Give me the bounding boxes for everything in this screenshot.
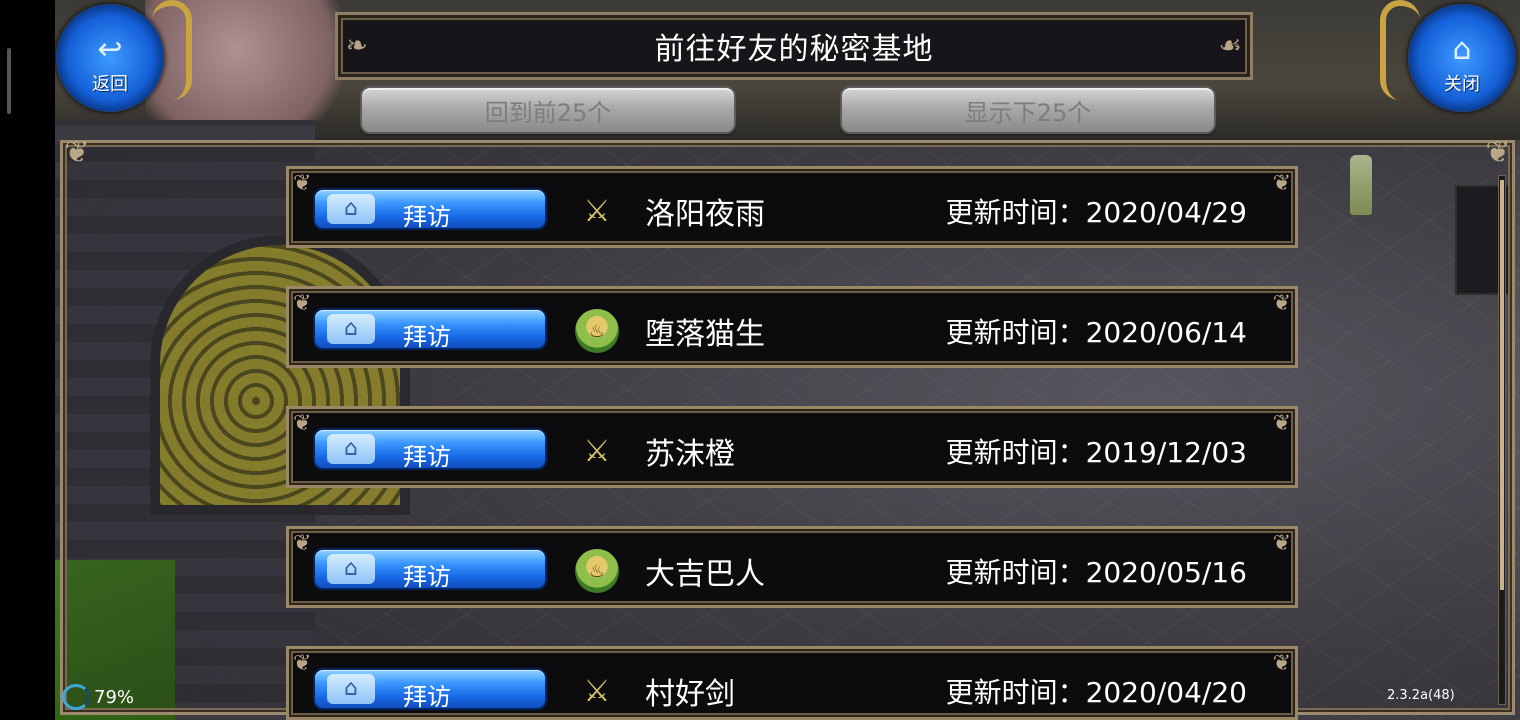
friend-row: ❦ ❦ ⌂ 拜访 ⚔ 村好剑 更新时间：2020/04/20: [286, 646, 1298, 720]
title-ornament-icon: ❧: [346, 31, 368, 61]
house-icon: ⌂: [327, 674, 375, 704]
update-time: 更新时间：2020/05/16: [945, 556, 1247, 589]
visit-button-label: 拜访: [403, 203, 451, 231]
update-time: 更新时间：2020/04/29: [945, 196, 1247, 229]
back-arrow-icon: ↩: [97, 32, 123, 67]
friend-row: ❦ ❦ ⌂ 拜访 ♨ 堕落猫生 更新时间：2020/06/14: [286, 286, 1298, 368]
close-button-label: 关闭: [1444, 74, 1480, 95]
kettle-icon: ♨: [575, 309, 619, 353]
house-icon: ⌂: [327, 314, 375, 344]
sword-shield-icon: ⚔: [583, 673, 611, 709]
friend-name: 大吉巴人: [645, 557, 765, 592]
close-button[interactable]: ⌂ 关闭: [1380, 0, 1520, 120]
friend-row: ❦ ❦ ⌂ 拜访 ⚔ 苏沫橙 更新时间：2019/12/03: [286, 406, 1298, 488]
row-ornament-icon: ❦: [293, 531, 312, 556]
row-ornament-icon: ❦: [293, 171, 312, 196]
back-button-label: 返回: [92, 74, 128, 95]
visit-button-label: 拜访: [403, 563, 451, 591]
frame-ornament-icon: ❦: [64, 135, 90, 170]
friend-name: 堕落猫生: [645, 317, 765, 352]
friend-row: ❦ ❦ ⌂ 拜访 ⚔ 洛阳夜雨 更新时间：2020/04/29: [286, 166, 1298, 248]
visit-button-label: 拜访: [403, 323, 451, 351]
title-bar: ❧ 前往好友的秘密基地 ☙: [335, 12, 1253, 80]
visit-button[interactable]: ⌂ 拜访: [313, 188, 547, 231]
kettle-icon: ♨: [575, 549, 619, 593]
sword-shield-icon: ⚔: [583, 193, 611, 229]
battery-percent: 79%: [94, 686, 135, 708]
visit-button-label: 拜访: [403, 443, 451, 471]
sword-shield-icon: ⚔: [583, 433, 611, 469]
visit-button[interactable]: ⌂ 拜访: [313, 308, 547, 351]
friend-name: 苏沫橙: [645, 437, 735, 472]
row-ornament-icon: ❦: [1272, 411, 1291, 436]
next-page-button[interactable]: 显示下25个: [840, 86, 1216, 134]
house-icon: ⌂: [327, 434, 375, 464]
update-time: 更新时间：2019/12/03: [945, 436, 1247, 469]
friend-row: ❦ ❦ ⌂ 拜访 ♨ 大吉巴人 更新时间：2020/05/16: [286, 526, 1298, 608]
visit-button-label: 拜访: [403, 683, 451, 711]
visit-button[interactable]: ⌂ 拜访: [313, 548, 547, 591]
update-time: 更新时间：2020/06/14: [945, 316, 1247, 349]
device-edge: [0, 0, 55, 720]
prev-page-button[interactable]: 回到前25个: [360, 86, 736, 134]
row-ornament-icon: ❦: [1272, 171, 1291, 196]
home-icon: ⌂: [1452, 32, 1472, 67]
battery-icon: [62, 684, 90, 710]
title-ornament-icon: ☙: [1218, 31, 1242, 61]
row-ornament-icon: ❦: [293, 291, 312, 316]
row-ornament-icon: ❦: [1272, 291, 1291, 316]
row-ornament-icon: ❦: [293, 651, 312, 676]
battery-indicator: 79%: [62, 684, 134, 710]
frame-ornament-icon: ❦: [1485, 135, 1511, 170]
page-title: 前往好友的秘密基地: [654, 32, 934, 67]
house-icon: ⌂: [327, 554, 375, 584]
visit-button[interactable]: ⌂ 拜访: [313, 428, 547, 471]
friend-name: 洛阳夜雨: [645, 197, 765, 232]
visit-button[interactable]: ⌂ 拜访: [313, 668, 547, 711]
row-ornament-icon: ❦: [1272, 531, 1291, 556]
scrollbar-thumb[interactable]: [1500, 180, 1504, 590]
house-icon: ⌂: [327, 194, 375, 224]
version-label: 2.3.2a(48): [1387, 688, 1455, 703]
update-time: 更新时间：2020/04/20: [945, 676, 1247, 709]
list-scrollbar[interactable]: [1498, 175, 1506, 705]
friend-name: 村好剑: [645, 677, 735, 712]
gesture-handle: [7, 48, 11, 114]
back-button[interactable]: ↩ 返回: [52, 0, 192, 120]
row-ornament-icon: ❦: [293, 411, 312, 436]
row-ornament-icon: ❦: [1272, 651, 1291, 676]
